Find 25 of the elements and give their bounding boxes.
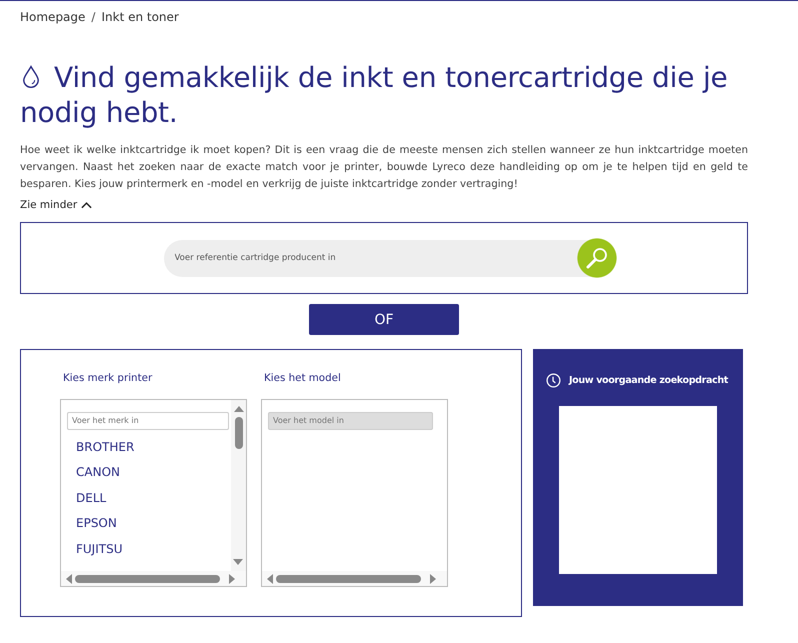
brand-option[interactable]: CANON xyxy=(76,465,120,479)
vertical-scrollbar[interactable] xyxy=(231,400,246,572)
text-input[interactable]: Voer het merk in xyxy=(67,412,229,430)
panel-title: Jouw voorgaande zoekopdracht xyxy=(569,375,728,386)
brand-option[interactable]: BROTHER xyxy=(76,440,134,454)
brand-option[interactable]: FUJITSU xyxy=(76,542,122,556)
horizontal-scrollbar[interactable] xyxy=(262,571,447,586)
search-button[interactable] xyxy=(576,238,616,278)
brand-option[interactable]: EPSON xyxy=(76,516,117,530)
toggle-link[interactable]: Zie minder xyxy=(20,199,92,211)
horizontal-scrollbar[interactable] xyxy=(61,571,246,586)
drop-icon xyxy=(22,64,40,89)
chevron-icon xyxy=(81,201,92,209)
or-button[interactable]: OF xyxy=(309,304,459,335)
field-label: Kies merk printer xyxy=(63,372,154,384)
search-field[interactable]: Voer referentie cartridge producent in xyxy=(164,240,576,276)
search-icon xyxy=(584,246,608,270)
breadcrumb-separator: / xyxy=(91,10,96,24)
breadcrumb-link[interactable]: Inkt en toner xyxy=(101,10,179,24)
clock-icon xyxy=(546,373,561,388)
breadcrumb-link[interactable]: Homepage xyxy=(20,10,86,24)
page-title: Vind gemakkelijk de inkt en tonercartridge die je nodig hebt. xyxy=(20,60,729,130)
intro-text: Hoe weet ik welke inktcartridge ik moet kopen? Dit is een vraag die de meeste mensen zich stellen wanneer ze hun inktcartridge moeten vervangen. Naast het zoeken naar de exacte match voor je printer, bouwde Lyreco deze handleiding op om je te helpen tijd en geld te besparen. Kies jouw printermerk en -model en verkrijg de juiste inktcartridge zonder vertraging! xyxy=(20,143,748,192)
field-label: Kies het model xyxy=(264,372,342,384)
brand-option[interactable]: DELL xyxy=(76,490,106,504)
